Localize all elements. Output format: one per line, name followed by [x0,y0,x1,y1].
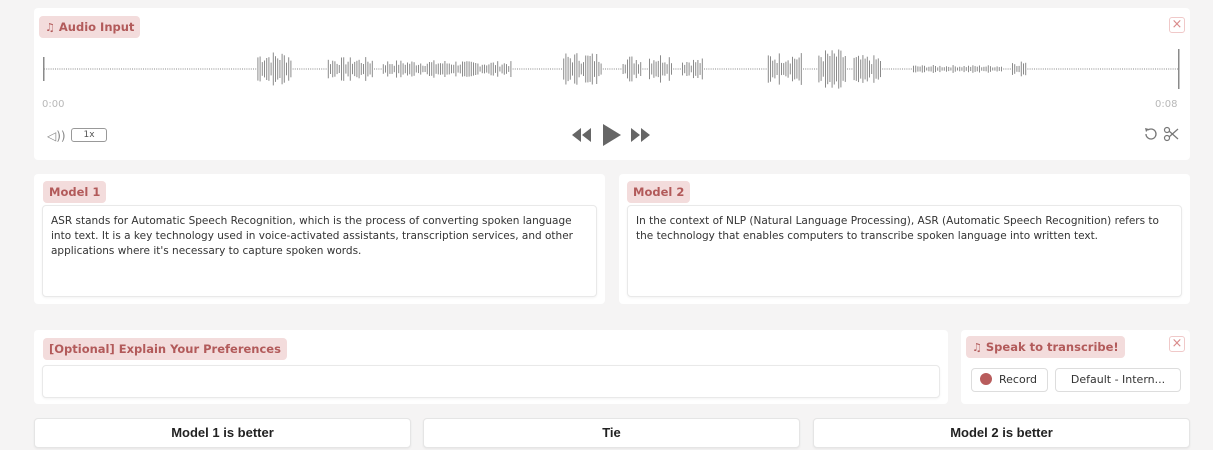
time-start: 0:00 [42,99,65,110]
undo-icon[interactable] [1143,126,1159,142]
playback-speed-button[interactable]: 1x [71,128,107,142]
rewind-icon[interactable] [572,128,592,142]
music-note-icon: ♫ [972,341,982,354]
audio-close-button[interactable]: × [1169,17,1185,33]
preferences-input[interactable] [42,365,940,398]
record-button[interactable]: Record [971,368,1048,392]
scissors-icon[interactable] [1163,126,1179,142]
model2-label: Model 2 [627,181,691,203]
speak-close-button[interactable]: × [1169,336,1185,352]
model2-response: In the context of NLP (Natural Language … [627,205,1182,297]
device-select[interactable]: Default - Intern... [1055,368,1181,392]
play-icon[interactable] [602,124,622,146]
audio-input-label-text: Audio Input [58,20,135,34]
fast-forward-icon[interactable] [631,128,651,142]
record-label: Record [999,373,1038,386]
waveform[interactable] [42,45,1182,93]
tie-button[interactable]: Tie [423,418,800,448]
preferences-label: [Optional] Explain Your Preferences [43,338,287,360]
model1-better-button[interactable]: Model 1 is better [34,418,411,448]
model2-better-button[interactable]: Model 2 is better [813,418,1190,448]
model1-response: ASR stands for Automatic Speech Recognit… [42,205,597,297]
music-note-icon: ♫ [45,21,55,34]
record-dot-icon [980,373,992,385]
speak-label-text: Speak to transcribe! [985,340,1119,354]
model1-label: Model 1 [43,181,107,203]
audio-input-label: ♫ Audio Input [39,16,141,38]
volume-icon[interactable]: ◁)) [47,128,66,144]
time-end: 0:08 [1155,99,1178,110]
speak-label: ♫ Speak to transcribe! [966,336,1125,358]
